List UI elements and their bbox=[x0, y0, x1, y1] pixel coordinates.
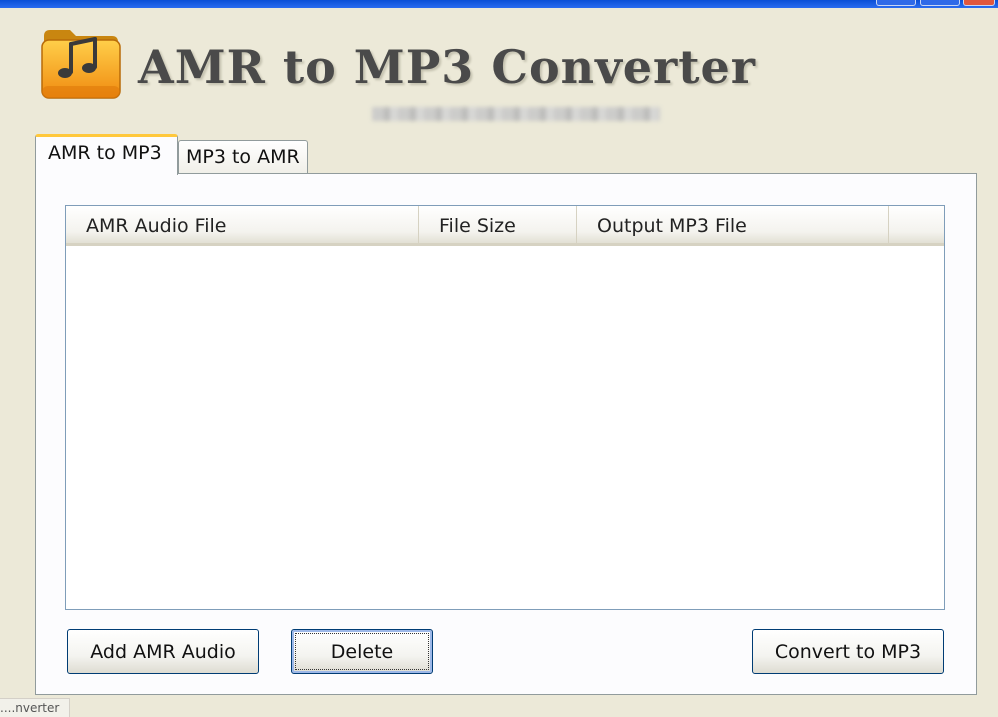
status-bar bbox=[0, 698, 998, 717]
column-header-file-size[interactable]: File Size bbox=[419, 206, 577, 243]
status-text: nverter.... bbox=[0, 698, 70, 717]
window-titlebar bbox=[0, 0, 998, 8]
convert-to-mp3-button[interactable]: Convert to MP3 bbox=[752, 629, 944, 674]
blurred-text bbox=[372, 107, 660, 121]
maximize-button[interactable] bbox=[920, 0, 960, 6]
tab-mp3-to-amr[interactable]: MP3 to AMR bbox=[178, 140, 308, 174]
delete-button[interactable]: Delete bbox=[291, 629, 433, 674]
music-folder-icon bbox=[40, 22, 122, 102]
add-amr-audio-button[interactable]: Add AMR Audio bbox=[67, 629, 259, 674]
app-title: AMR to MP3 Converter bbox=[138, 40, 757, 94]
close-button[interactable] bbox=[963, 0, 995, 6]
minimize-button[interactable] bbox=[876, 0, 916, 6]
column-header-filler bbox=[889, 206, 945, 243]
list-header: AMR Audio File File Size Output MP3 File bbox=[66, 206, 944, 246]
column-header-output-mp3-file[interactable]: Output MP3 File bbox=[577, 206, 889, 243]
column-header-amr-audio-file[interactable]: AMR Audio File bbox=[66, 206, 419, 243]
status-label: nverter.... bbox=[0, 701, 60, 715]
file-list[interactable]: AMR Audio File File Size Output MP3 File bbox=[65, 205, 945, 610]
tab-amr-to-mp3[interactable]: AMR to MP3 bbox=[35, 134, 178, 175]
